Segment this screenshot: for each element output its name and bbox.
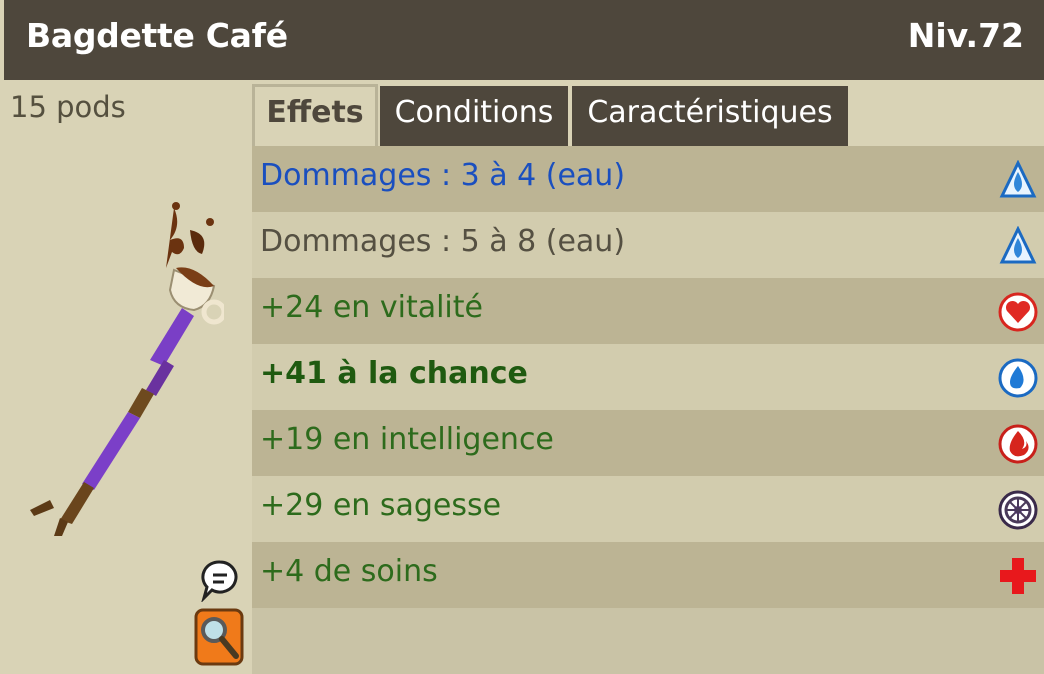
effect-text: +24 en vitalité <box>260 290 483 325</box>
item-header: Bagdette Café Niv.72 <box>4 0 1044 80</box>
effect-row: +29 en sagesse <box>252 476 1044 542</box>
effect-row: Dommages : 3 à 4 (eau) <box>252 146 1044 212</box>
effect-row: +24 en vitalité <box>252 278 1044 344</box>
effect-row: +19 en intelligence <box>252 410 1044 476</box>
wisdom-icon <box>998 490 1038 530</box>
item-name: Bagdette Café <box>26 16 288 55</box>
effect-row: Dommages : 5 à 8 (eau) <box>252 212 1044 278</box>
tab-conditions[interactable]: Conditions <box>380 86 568 146</box>
item-level: Niv.72 <box>907 16 1024 55</box>
item-wand-image <box>30 202 224 536</box>
item-weight: 15 pods <box>10 90 126 124</box>
red-cross-icon <box>1000 558 1036 594</box>
effect-row: +41 à la chance <box>252 344 1044 410</box>
water-drop-icon <box>998 358 1038 398</box>
water-drop-outline-icon <box>999 160 1037 198</box>
effect-text: Dommages : 5 à 8 (eau) <box>260 224 626 259</box>
effect-text: +41 à la chance <box>260 356 528 391</box>
effect-text: Dommages : 3 à 4 (eau) <box>260 158 626 193</box>
tab-caracteristiques[interactable]: Caractéristiques <box>572 86 848 146</box>
effect-text: +4 de soins <box>260 554 438 589</box>
water-drop-outline-icon <box>999 226 1037 264</box>
chat-bubble-icon[interactable] <box>200 558 240 604</box>
item-preview-panel: 15 pods <box>4 80 252 674</box>
effects-list: Dommages : 3 à 4 (eau) Dommages : 5 à 8 … <box>252 146 1044 674</box>
effect-text: +19 en intelligence <box>260 422 554 457</box>
effect-row: +4 de soins <box>252 542 1044 608</box>
heart-icon <box>998 292 1038 332</box>
effect-text: +29 en sagesse <box>260 488 502 523</box>
fire-icon <box>998 424 1038 464</box>
magnifier-icon[interactable] <box>194 608 244 666</box>
tab-effets[interactable]: Effets <box>252 84 378 148</box>
